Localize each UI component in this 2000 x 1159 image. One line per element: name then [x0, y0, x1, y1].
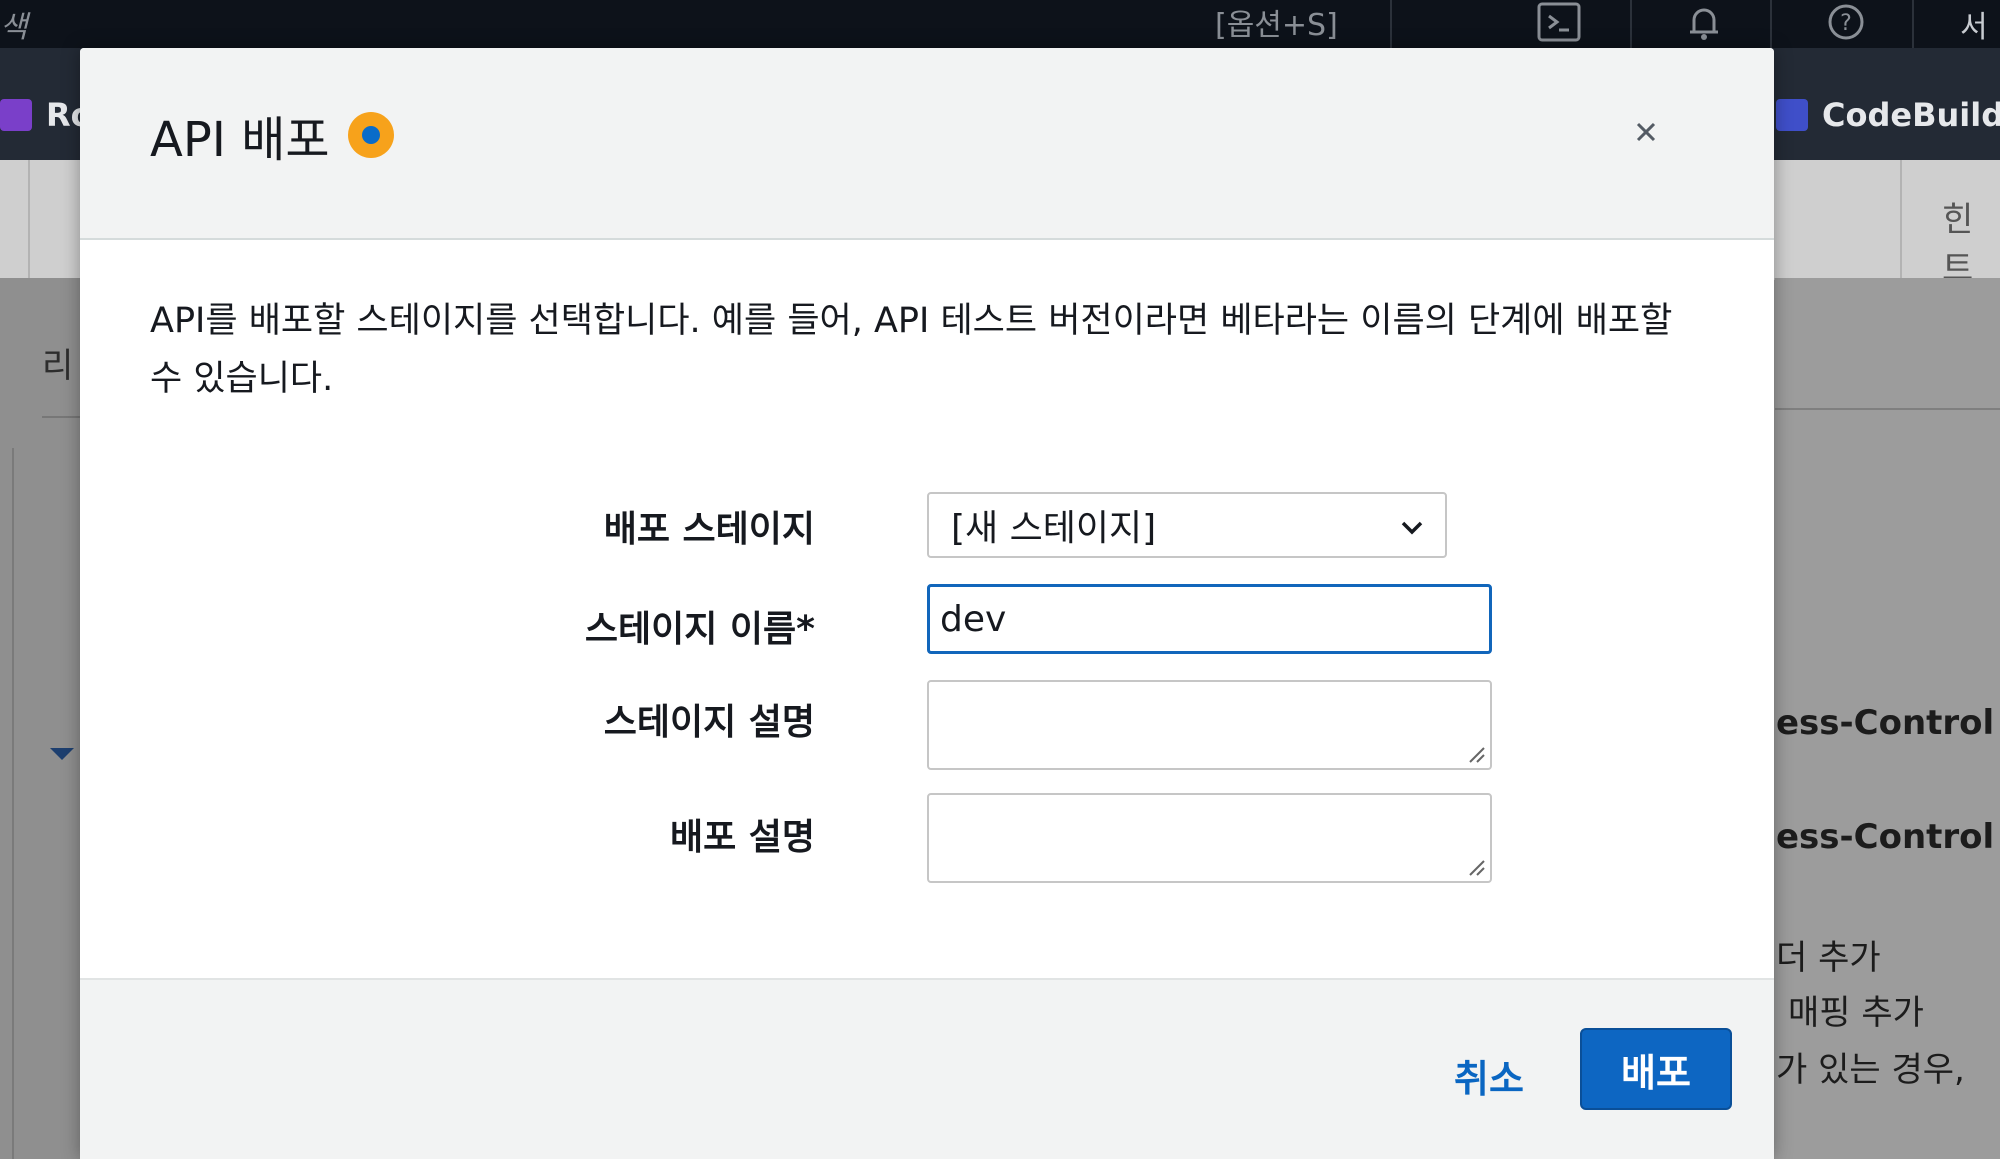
cancel-button[interactable]: 취소 — [1454, 1048, 1524, 1103]
deploy-description-label: 배포 설명 — [669, 817, 815, 858]
beta-badge-icon — [347, 112, 394, 158]
divider — [42, 416, 82, 418]
chevron-down-icon — [1401, 521, 1423, 535]
stage-name-input[interactable] — [927, 584, 1492, 654]
bell-icon[interactable] — [1680, 2, 1728, 42]
detail-line[interactable]: 매핑 추가 — [1788, 985, 1924, 1034]
detail-line: ess-Control — [1776, 817, 1995, 857]
resource-title-fragment: 리 — [42, 346, 74, 386]
modal-title: API 배포 — [150, 100, 394, 170]
resize-grip-icon[interactable] — [1464, 742, 1486, 764]
stage-description-textarea[interactable] — [927, 680, 1492, 770]
close-icon — [1636, 122, 1656, 142]
search-shortcut-hint: [옵션+S] — [1215, 8, 1338, 43]
divider — [1775, 408, 2000, 410]
deploy-button[interactable]: 배포 — [1580, 1028, 1732, 1110]
detail-line: ess-Control — [1776, 703, 1995, 743]
divider — [1900, 160, 1902, 278]
deploy-stage-selected: [새 스테이지] — [951, 508, 1157, 549]
codebuild-icon — [1776, 99, 1808, 131]
nav-divider — [1630, 0, 1632, 48]
nav-divider — [1390, 0, 1392, 48]
divider — [28, 160, 30, 278]
stage-name-label: 스테이지 이름* — [584, 609, 815, 650]
console-top-nav: 색 [옵션+S] ? 서 — [0, 0, 2000, 48]
deploy-description-textarea[interactable] — [927, 793, 1492, 883]
detail-line[interactable]: 더 추가 — [1776, 930, 1881, 979]
nav-divider — [1770, 0, 1772, 48]
left-resource-panel: 리 — [0, 278, 82, 1159]
favorite-item[interactable]: Ro — [0, 96, 93, 134]
close-button[interactable] — [1628, 114, 1664, 150]
help-icon[interactable]: ? — [1822, 2, 1870, 42]
modal-header: API 배포 — [80, 48, 1774, 240]
caret-down-icon[interactable] — [50, 748, 74, 760]
stage-description-label: 스테이지 설명 — [603, 702, 815, 743]
cloudshell-icon[interactable] — [1535, 2, 1583, 42]
nav-divider — [1912, 0, 1914, 48]
search-fragment[interactable]: 색 — [0, 2, 28, 46]
deploy-api-modal: API 배포 API를 배포할 스테이지를 선택합니다. 예를 들어, API … — [80, 48, 1774, 1159]
hint-fragment[interactable]: 힌트 — [1942, 192, 2000, 290]
user-menu-fragment[interactable]: 서 — [1960, 2, 1988, 46]
resource-icon — [0, 99, 32, 131]
divider — [12, 448, 14, 1159]
detail-line: 가 있는 경우, — [1776, 1050, 1965, 1090]
svg-text:?: ? — [1840, 11, 1852, 36]
deploy-stage-select[interactable]: [새 스테이지] — [927, 492, 1447, 558]
modal-description: API를 배포할 스테이지를 선택합니다. 예를 들어, API 테스트 버전이… — [150, 301, 1673, 399]
favorite-item-codebuild[interactable]: CodeBuild — [1776, 96, 2000, 134]
modal-title-text: API 배포 — [150, 112, 330, 168]
resize-grip-icon[interactable] — [1464, 855, 1486, 877]
favorite-label: CodeBuild — [1822, 96, 2000, 134]
deploy-button-label: 배포 — [1621, 1050, 1691, 1095]
deploy-stage-label: 배포 스테이지 — [603, 509, 815, 550]
